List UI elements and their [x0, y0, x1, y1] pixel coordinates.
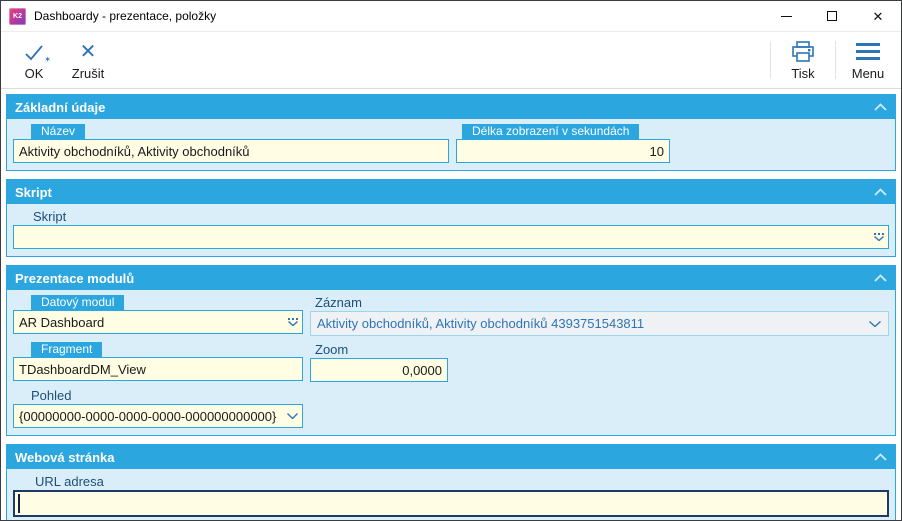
ok-star-icon: ✶ — [44, 55, 51, 64]
close-icon: ✕ — [872, 8, 884, 24]
collapse-chevron-icon[interactable] — [874, 274, 887, 282]
zaznam-combobox[interactable]: Aktivity obchodníků, Aktivity obchodníků… — [310, 311, 889, 336]
section-title: Skript — [15, 184, 52, 200]
section-body: Název Délka zobrazení v sekundách — [7, 119, 895, 170]
pohled-field-label: Pohled — [31, 388, 72, 403]
minimize-icon — [780, 15, 792, 17]
section-title: Prezentace modulů — [15, 270, 135, 286]
url-adresa-input[interactable] — [13, 490, 889, 517]
menu-button[interactable]: Menu — [841, 32, 895, 88]
toolbar: ✶ OK ✕ Zrušit Tisk Menu — [1, 32, 901, 89]
collapse-chevron-icon[interactable] — [874, 103, 887, 111]
zaznam-field-label: Záznam — [315, 295, 362, 310]
section-skript: Skript Skript — [6, 179, 896, 257]
section-header-zakladni-udaje[interactable]: Základní údaje — [7, 95, 895, 119]
printer-icon — [791, 39, 815, 63]
section-title: Základní údaje — [15, 99, 106, 115]
dialog-window: K2 Dashboardy - prezentace, položky ✕ ✶ … — [0, 0, 902, 521]
print-button-label: Tisk — [791, 66, 815, 81]
cancel-button[interactable]: ✕ Zrušit — [61, 32, 115, 88]
zoom-field-label: Zoom — [315, 342, 349, 357]
chevron-down-icon[interactable] — [287, 413, 298, 419]
text-cursor — [18, 494, 20, 513]
nazev-field-caption[interactable]: Název — [31, 124, 86, 139]
zoom-input[interactable] — [310, 358, 448, 382]
section-zakladni-udaje: Základní údaje Název Délka zobrazení v s… — [6, 94, 896, 171]
ok-button-label: OK — [24, 66, 44, 81]
title-bar: K2 Dashboardy - prezentace, položky ✕ — [1, 1, 901, 32]
section-header-prezentace-modulu[interactable]: Prezentace modulů — [7, 266, 895, 290]
fragment-field-caption[interactable]: Fragment — [31, 342, 103, 357]
lookup-dropdown-icon[interactable] — [874, 233, 884, 241]
delka-zobrazeni-input[interactable] — [456, 139, 670, 163]
section-prezentace-modulu: Prezentace modulů Datový modul AR Dashbo… — [6, 265, 896, 436]
zaznam-value: Aktivity obchodníků, Aktivity obchodníků… — [317, 316, 645, 331]
maximize-icon — [827, 11, 837, 21]
cancel-x-icon: ✕ — [79, 41, 97, 63]
cancel-button-label: Zrušit — [71, 66, 105, 81]
delka-zobrazeni-field-caption[interactable]: Délka zobrazení v sekundách — [462, 124, 640, 139]
section-body: Datový modul Záznam Aktivity obcho — [7, 290, 895, 435]
lookup-dropdown-icon[interactable] — [288, 318, 298, 326]
section-header-webova-stranka[interactable]: Webová stránka — [7, 445, 895, 469]
fragment-input[interactable] — [13, 357, 303, 381]
close-button[interactable]: ✕ — [855, 1, 901, 32]
nazev-input[interactable] — [13, 139, 449, 163]
skript-input[interactable] — [13, 225, 889, 249]
menu-button-label: Menu — [851, 66, 885, 81]
datovy-modul-input[interactable] — [13, 310, 303, 334]
minimize-button[interactable] — [763, 1, 809, 32]
window-title: Dashboardy - prezentace, položky — [34, 9, 217, 23]
section-title: Webová stránka — [15, 449, 115, 465]
dialog-content: Základní údaje Název Délka zobrazení v s… — [1, 89, 901, 520]
maximize-button[interactable] — [809, 1, 855, 32]
ok-button[interactable]: ✶ OK — [7, 32, 61, 88]
url-adresa-field-label: URL adresa — [35, 474, 104, 489]
pohled-input[interactable] — [13, 404, 303, 428]
collapse-chevron-icon[interactable] — [874, 188, 887, 196]
section-body: Skript — [7, 204, 895, 256]
datovy-modul-field-caption[interactable]: Datový modul — [31, 295, 125, 310]
collapse-chevron-icon[interactable] — [874, 453, 887, 461]
toolbar-separator — [835, 41, 836, 79]
print-button[interactable]: Tisk — [776, 32, 830, 88]
hamburger-menu-icon — [856, 39, 880, 63]
toolbar-separator — [770, 41, 771, 79]
ok-check-icon: ✶ — [23, 39, 51, 64]
chevron-down-icon[interactable] — [869, 320, 881, 327]
section-body: URL adresa — [7, 469, 895, 520]
section-header-skript[interactable]: Skript — [7, 180, 895, 204]
skript-field-label: Skript — [33, 209, 67, 224]
section-webova-stranka: Webová stránka URL adresa — [6, 444, 896, 520]
app-icon: K2 — [9, 7, 26, 25]
